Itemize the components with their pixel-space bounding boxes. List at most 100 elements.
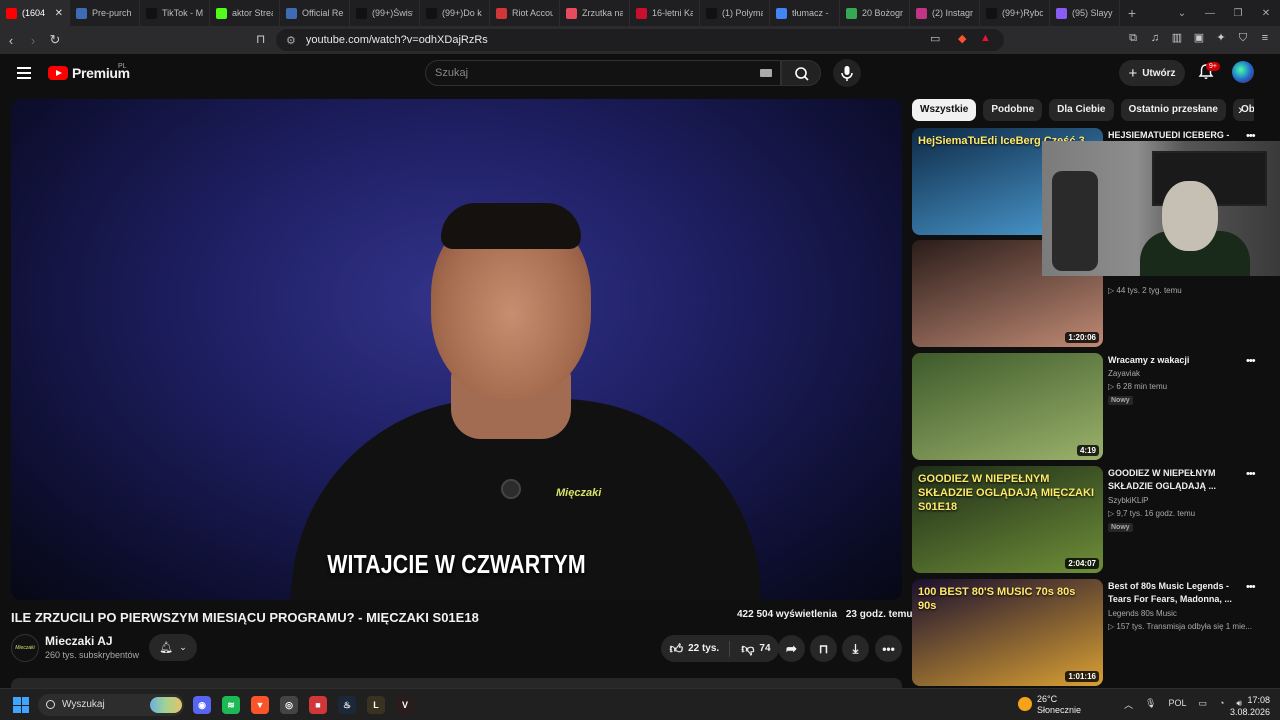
thumbs-down-icon: 👎︎: [741, 640, 755, 656]
filter-chip[interactable]: Ostatnio przesłane: [1120, 99, 1226, 121]
browser-tab[interactable]: (1604 ✕: [0, 0, 70, 26]
like-button[interactable]: 👍︎ 22 tys.: [669, 640, 731, 657]
site-info-icon[interactable]: ⚙: [286, 34, 296, 47]
windows-start-icon[interactable]: [13, 697, 29, 713]
discord-app-icon[interactable]: ◉: [193, 696, 211, 714]
browser-tab[interactable]: (95) Slayy: [1050, 0, 1120, 26]
steam-app-icon[interactable]: ♨: [338, 696, 356, 714]
bookmark-icon[interactable]: ⊓: [256, 32, 265, 46]
browser-tab[interactable]: aktor Strea: [210, 0, 280, 26]
url-field[interactable]: ⚙ youtube.com/watch?v=odhXDajRzRs: [276, 29, 1004, 51]
restore-icon[interactable]: ❐: [1224, 8, 1252, 19]
dislike-button[interactable]: 👎︎ 74: [735, 641, 770, 657]
browser-tab[interactable]: (99+)Rybo: [980, 0, 1050, 26]
video-thumbnail[interactable]: 100 BEST 80'S MUSIC 70s 80s 90s 1:01:16: [912, 579, 1103, 686]
network-icon[interactable]: ▭: [1198, 698, 1207, 711]
notification-badge: 9+: [1206, 62, 1220, 71]
browser-tab[interactable]: TikTok - M: [140, 0, 210, 26]
browser-tab[interactable]: 20 Bożogr: [840, 0, 910, 26]
recommended-video[interactable]: 100 BEST 80'S MUSIC 70s 80s 90s 1:01:16 Be…: [912, 579, 1268, 687]
forward-icon[interactable]: ›: [22, 33, 44, 48]
riot-app-icon[interactable]: ■: [309, 696, 327, 714]
account-avatar[interactable]: [1232, 61, 1254, 83]
taskbar-search[interactable]: Wyszukaj: [38, 694, 184, 716]
browser-tab[interactable]: (99+)Do k: [420, 0, 490, 26]
microphone-tray-icon[interactable]: 🎙︎: [1145, 698, 1156, 711]
brave-app-icon[interactable]: ▼: [251, 696, 269, 714]
wifi-icon[interactable]: ◔: [1219, 698, 1224, 711]
search-highlight-image: [150, 697, 182, 713]
media-icon[interactable]: ♫: [1148, 31, 1162, 45]
extensions-icon[interactable]: ⧉: [1126, 31, 1140, 45]
more-options-icon[interactable]: •••: [1246, 468, 1256, 480]
recommended-title[interactable]: Best of 80s Music Legends - Tears For Fe…: [1108, 580, 1238, 606]
more-options-icon[interactable]: •••: [1246, 355, 1256, 367]
hamburger-menu-icon[interactable]: [17, 67, 31, 79]
filter-chip[interactable]: Dla Ciebie: [1049, 99, 1114, 121]
minimize-icon[interactable]: —: [1196, 8, 1224, 19]
youtube-premium-logo[interactable]: Premium PL: [48, 63, 130, 81]
filter-chip[interactable]: Obe: [1232, 99, 1254, 121]
clock[interactable]: 17:08 3.08.2026: [1226, 694, 1270, 718]
spotify-app-icon[interactable]: ≋: [222, 696, 240, 714]
search-input[interactable]: Szukaj: [425, 60, 781, 86]
recommended-video[interactable]: GOODIEZ W NIEPEŁNYM SKŁADZIE OGLĄDAJĄ MI…: [912, 466, 1268, 574]
filter-chip[interactable]: Podobne: [983, 99, 1043, 121]
browser-tab[interactable]: tłumacz -: [770, 0, 840, 26]
subscribed-bell-button[interactable]: 🔔︎ ⌄: [149, 634, 197, 661]
reload-icon[interactable]: ↻: [44, 32, 66, 48]
sidebar-icon[interactable]: ▥: [1170, 31, 1184, 45]
back-icon[interactable]: ‹: [0, 33, 22, 48]
search-button[interactable]: [781, 60, 821, 86]
browser-tab[interactable]: Riot Accou: [490, 0, 560, 26]
browser-tab[interactable]: (1) Polyma: [700, 0, 770, 26]
recommended-channel[interactable]: Zayaviak: [1108, 369, 1140, 378]
channel-avatar[interactable]: Mieczaki: [11, 634, 39, 662]
wallet-icon[interactable]: ▣: [1192, 31, 1206, 45]
keyboard-icon[interactable]: [760, 69, 772, 77]
video-duration: 4:19: [1076, 445, 1099, 456]
browser-tab[interactable]: Pre-purch: [70, 0, 140, 26]
leo-icon[interactable]: ✦: [1214, 31, 1228, 45]
browser-tab[interactable]: 16-letni Ka: [630, 0, 700, 26]
vpn-icon[interactable]: ⛉: [1236, 31, 1250, 45]
browser-tab[interactable]: (2) Instagr: [910, 0, 980, 26]
browser-tab[interactable]: Zrzutka na: [560, 0, 630, 26]
close-window-icon[interactable]: ✕: [1252, 8, 1280, 19]
filter-chip[interactable]: Wszystkie: [912, 99, 977, 121]
recommended-video[interactable]: 4:19 Wracamy z wakacji Zayaviak ▷ 6 28 min …: [912, 353, 1268, 461]
chrome-app-icon[interactable]: ◎: [280, 696, 298, 714]
language-indicator[interactable]: POL: [1168, 698, 1186, 711]
lol-app-icon[interactable]: L: [367, 696, 385, 714]
more-actions-button[interactable]: •••: [875, 635, 902, 662]
channel-name[interactable]: Mieczaki AJ: [45, 634, 113, 648]
video-player[interactable]: Mięczaki WITAJCIE W CZWARTYM: [11, 99, 902, 600]
steam-icon: [76, 7, 87, 19]
browser-tab[interactable]: (99+)Świst: [350, 0, 420, 26]
browser-tab[interactable]: Official Re: [280, 0, 350, 26]
video-thumbnail[interactable]: GOODIEZ W NIEPEŁNYM SKŁADZIE OGLĄDAJĄ MI…: [912, 466, 1103, 573]
brave-shield-icon[interactable]: ◆: [958, 32, 966, 45]
create-button[interactable]: + Utwórz: [1119, 60, 1185, 86]
close-tab-icon[interactable]: ✕: [55, 8, 63, 19]
valorant-app-icon[interactable]: V: [396, 696, 414, 714]
share-button[interactable]: ➦: [778, 635, 805, 662]
recommended-channel[interactable]: Legends 80s Music: [1108, 609, 1177, 618]
voice-search-button[interactable]: [833, 59, 861, 87]
recommended-channel[interactable]: SzybkiKLiP: [1108, 496, 1148, 505]
download-button[interactable]: ⤓: [842, 635, 869, 662]
save-button[interactable]: ⊓: [810, 635, 837, 662]
chevron-right-icon[interactable]: ›: [1238, 101, 1243, 117]
rewards-icon[interactable]: ▲: [980, 32, 991, 44]
chevron-up-icon[interactable]: ︿: [1124, 698, 1133, 711]
weather-widget[interactable]: 26°C Słonecznie: [1018, 694, 1081, 716]
new-tab-icon[interactable]: +: [1120, 5, 1144, 21]
cast-icon[interactable]: ▭: [930, 32, 940, 45]
recommended-title[interactable]: GOODIEZ W NIEPEŁNYM SKŁADZIE OGLĄDAJĄ ..…: [1108, 467, 1238, 493]
menu-icon[interactable]: ≡: [1258, 31, 1272, 45]
more-options-icon[interactable]: •••: [1246, 581, 1256, 593]
video-thumbnail[interactable]: 4:19: [912, 353, 1103, 460]
picture-in-picture-window[interactable]: [1042, 141, 1280, 276]
recommended-title[interactable]: Wracamy z wakacji: [1108, 354, 1238, 367]
tab-search-icon[interactable]: ⌄: [1168, 8, 1196, 19]
